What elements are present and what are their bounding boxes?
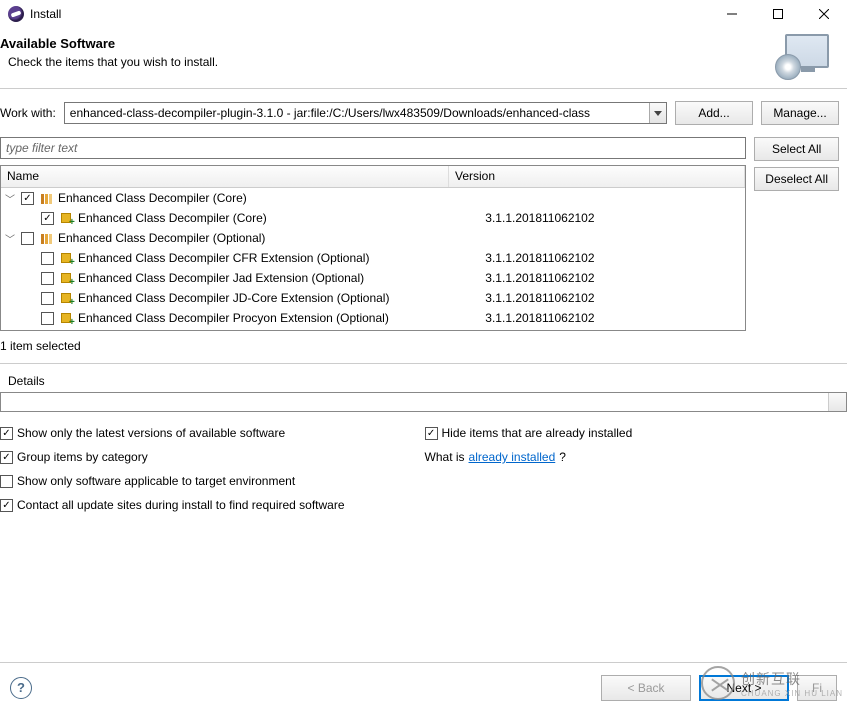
- feature-version: 3.1.1.201811062102: [465, 251, 745, 265]
- options-area: ✓Show only the latest versions of availa…: [0, 426, 847, 512]
- feature-row[interactable]: + Enhanced Class Decompiler Jad Extensio…: [1, 268, 745, 288]
- window-title: Install: [30, 7, 709, 21]
- checkbox[interactable]: ✓: [41, 212, 54, 225]
- feature-version: 3.1.1.201811062102: [465, 291, 745, 305]
- feature-icon: +: [61, 291, 75, 305]
- table-body[interactable]: ﹀ ✓ Enhanced Class Decompiler (Core) ✓ +…: [1, 188, 745, 330]
- help-icon[interactable]: ?: [10, 677, 32, 699]
- column-name[interactable]: Name: [1, 166, 449, 187]
- checkbox[interactable]: [41, 292, 54, 305]
- feature-label: Enhanced Class Decompiler Jad Extension …: [78, 271, 364, 285]
- software-table: Name Version ﹀ ✓ Enhanced Class Decompil…: [0, 165, 746, 331]
- feature-version: 3.1.1.201811062102: [465, 211, 745, 225]
- add-button[interactable]: Add...: [675, 101, 753, 125]
- checkbox[interactable]: [41, 272, 54, 285]
- manage-button[interactable]: Manage...: [761, 101, 839, 125]
- feature-label: Enhanced Class Decompiler CFR Extension …: [78, 251, 369, 265]
- checkbox[interactable]: [41, 252, 54, 265]
- app-icon: [8, 6, 24, 22]
- work-with-row: Work with: enhanced-class-decompiler-plu…: [0, 89, 847, 133]
- opt-group[interactable]: ✓Group items by category: [0, 450, 345, 464]
- feature-icon: +: [61, 271, 75, 285]
- feature-icon: +: [61, 251, 75, 265]
- feature-row[interactable]: + Enhanced Class Decompiler JD-Core Exte…: [1, 288, 745, 308]
- category-label: Enhanced Class Decompiler (Core): [58, 191, 247, 205]
- maximize-button[interactable]: [755, 0, 801, 28]
- deselect-all-button[interactable]: Deselect All: [754, 167, 839, 191]
- category-icon: [41, 233, 55, 243]
- close-button[interactable]: [801, 0, 847, 28]
- work-with-label: Work with:: [0, 106, 56, 120]
- feature-label: Enhanced Class Decompiler JD-Core Extens…: [78, 291, 389, 305]
- page-title: Available Software: [0, 36, 777, 51]
- already-installed-link[interactable]: already installed: [469, 450, 556, 464]
- opt-contact[interactable]: ✓Contact all update sites during install…: [0, 498, 345, 512]
- next-button[interactable]: Next >: [699, 675, 789, 701]
- opt-hide[interactable]: ✓Hide items that are already installed: [425, 426, 633, 440]
- checkbox[interactable]: [21, 232, 34, 245]
- page-subtitle: Check the items that you wish to install…: [8, 55, 777, 69]
- feature-label: Enhanced Class Decompiler Procyon Extens…: [78, 311, 389, 325]
- category-row[interactable]: ﹀ ✓ Enhanced Class Decompiler (Core): [1, 188, 745, 208]
- collapse-icon[interactable]: ﹀: [3, 231, 17, 246]
- collapse-icon[interactable]: ﹀: [3, 191, 17, 206]
- category-icon: [41, 193, 55, 203]
- feature-icon: +: [61, 211, 75, 225]
- filter-input[interactable]: type filter text: [0, 137, 746, 159]
- category-row[interactable]: ﹀ Enhanced Class Decompiler (Optional): [1, 228, 745, 248]
- selection-status: 1 item selected: [0, 331, 847, 363]
- details-textarea[interactable]: [0, 392, 847, 412]
- feature-icon: +: [61, 311, 75, 325]
- opt-latest[interactable]: ✓Show only the latest versions of availa…: [0, 426, 345, 440]
- install-banner-icon: [777, 34, 829, 78]
- back-button[interactable]: < Back: [601, 675, 691, 701]
- wizard-header: Available Software Check the items that …: [0, 28, 847, 88]
- opt-target[interactable]: Show only software applicable to target …: [0, 474, 345, 488]
- details-label: Details: [0, 374, 847, 392]
- feature-version: 3.1.1.201811062102: [465, 271, 745, 285]
- chevron-down-icon[interactable]: [649, 103, 666, 123]
- feature-row[interactable]: + Enhanced Class Decompiler Procyon Exte…: [1, 308, 745, 328]
- titlebar: Install: [0, 0, 847, 28]
- wizard-footer: ? < Back Next > Fi: [0, 662, 847, 712]
- already-installed-line: What is already installed ?: [425, 450, 633, 464]
- column-version[interactable]: Version: [449, 166, 745, 187]
- checkbox[interactable]: ✓: [21, 192, 34, 205]
- work-with-value: enhanced-class-decompiler-plugin-3.1.0 -…: [65, 106, 649, 120]
- category-label: Enhanced Class Decompiler (Optional): [58, 231, 265, 245]
- work-with-combo[interactable]: enhanced-class-decompiler-plugin-3.1.0 -…: [64, 102, 667, 124]
- feature-version: 3.1.1.201811062102: [465, 311, 745, 325]
- select-all-button[interactable]: Select All: [754, 137, 839, 161]
- feature-label: Enhanced Class Decompiler (Core): [78, 211, 267, 225]
- checkbox[interactable]: [41, 312, 54, 325]
- minimize-button[interactable]: [709, 0, 755, 28]
- feature-row[interactable]: + Enhanced Class Decompiler CFR Extensio…: [1, 248, 745, 268]
- finish-button[interactable]: Fi: [797, 675, 837, 701]
- feature-row[interactable]: ✓ + Enhanced Class Decompiler (Core) 3.1…: [1, 208, 745, 228]
